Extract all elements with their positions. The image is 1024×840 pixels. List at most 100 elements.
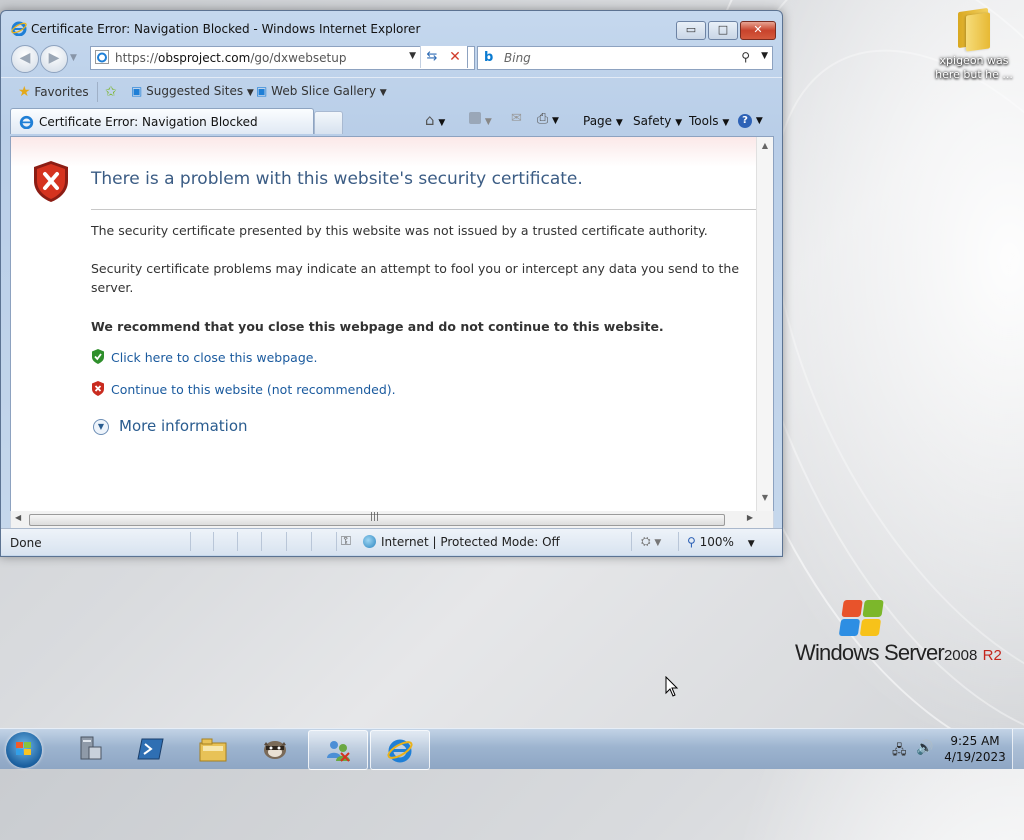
printer-icon: ⎙: [537, 111, 549, 127]
taskbar-server-manager[interactable]: [60, 730, 118, 768]
page-ie-icon: [19, 115, 34, 129]
system-clock[interactable]: 9:25 AM 4/19/2023: [940, 733, 1010, 765]
window-title: Certificate Error: Navigation Blocked - …: [31, 22, 421, 36]
security-warning-text: Security certificate problems may indica…: [91, 261, 740, 295]
help-button[interactable]: ? ▼: [738, 112, 763, 128]
recommendation-text: We recommend that you close this webpage…: [91, 319, 664, 334]
status-text: Done: [10, 536, 42, 550]
security-status-icon[interactable]: ⚿: [341, 534, 351, 549]
home-icon: ⌂: [425, 111, 435, 129]
scroll-left-icon[interactable]: ◀: [15, 513, 21, 522]
desktop-folder-icon[interactable]: xpigeon was here but he ...: [934, 6, 1014, 82]
scroll-right-icon[interactable]: ▶: [747, 513, 753, 522]
add-favorite-button[interactable]: ✩: [105, 84, 117, 100]
divider: [91, 209, 757, 210]
title-bar[interactable]: Certificate Error: Navigation Blocked - …: [1, 11, 782, 45]
page-ie-icon: [95, 50, 109, 64]
favorites-bar: ★ Favorites ✩ ▣ Suggested Sites ▼ ▣ Web …: [1, 77, 782, 106]
favorites-star-icon: ★: [18, 84, 31, 100]
suggested-sites-button[interactable]: ▣ Suggested Sites ▼: [131, 84, 254, 98]
url-prefix: https://: [115, 51, 159, 65]
status-bar: Done ⚿ Internet | Protected Mode: Off ⛭ …: [1, 528, 782, 555]
security-zone[interactable]: Internet | Protected Mode: Off: [363, 535, 560, 549]
scroll-up-icon[interactable]: ▲: [757, 141, 773, 150]
safety-menu[interactable]: Safety ▼: [633, 114, 682, 128]
more-information-toggle[interactable]: ▼ More information: [93, 417, 248, 435]
search-box[interactable]: b Bing ⚲ ▼: [477, 46, 773, 70]
mail-icon: ✉: [511, 111, 522, 126]
stop-icon: ✕: [449, 49, 461, 65]
expand-chevron-icon: ▼: [93, 419, 109, 435]
error-heading: There is a problem with this website's s…: [91, 169, 583, 189]
zoom-icon: ⚲: [687, 535, 696, 549]
brand-version: 2008: [943, 647, 978, 664]
start-button[interactable]: [6, 732, 42, 768]
vertical-scrollbar[interactable]: ▲ ▼: [756, 137, 773, 512]
dropdown-icon: ▼: [552, 116, 559, 126]
stop-button[interactable]: ✕: [443, 46, 468, 68]
url-path: /go/dxwebsetup: [250, 51, 347, 65]
taskbar-powershell[interactable]: [122, 730, 180, 768]
feeds-button[interactable]: ▼: [469, 112, 492, 127]
dropdown-icon: ▼: [755, 116, 763, 126]
green-shield-icon: [92, 349, 104, 364]
windows-flag-icon: [838, 600, 888, 640]
page-icon: ▣: [256, 84, 268, 98]
taskbar-raccoon-app[interactable]: [246, 730, 304, 768]
volume-tray-icon[interactable]: 🔊: [916, 740, 933, 756]
search-options-icon[interactable]: ▼: [761, 51, 768, 61]
taskbar-network-app[interactable]: [308, 730, 368, 770]
maximize-button[interactable]: □: [708, 21, 738, 40]
taskbar-explorer[interactable]: [184, 730, 242, 768]
dropdown-icon: ▼: [379, 88, 387, 98]
search-placeholder: Bing: [504, 51, 531, 65]
show-desktop-button[interactable]: [1012, 729, 1024, 769]
back-button[interactable]: ◀: [11, 45, 39, 73]
web-slice-gallery-button[interactable]: ▣ Web Slice Gallery ▼: [256, 84, 387, 98]
scroll-down-icon[interactable]: ▼: [757, 493, 773, 502]
taskbar-internet-explorer[interactable]: [370, 730, 430, 770]
favorites-button[interactable]: ★ Favorites: [18, 84, 89, 100]
address-bar[interactable]: https://obsproject.com/go/dxwebsetup ▼: [90, 46, 475, 70]
back-arrow-icon: ◀: [19, 50, 31, 66]
error-description: The security certificate presented by th…: [91, 223, 708, 238]
globe-icon: [363, 535, 376, 548]
print-button[interactable]: ⎙ ▼: [537, 111, 559, 127]
add-favorites-icon: ✩: [105, 84, 117, 100]
bing-logo-icon: b: [484, 50, 494, 65]
horizontal-scrollbar[interactable]: ◀ ||| ▶: [10, 511, 774, 529]
protected-mode-icon[interactable]: ⛭ ▼: [641, 534, 661, 549]
close-webpage-link[interactable]: Click here to close this webpage.: [91, 349, 317, 365]
taskbar: 🖧 🔊 9:25 AM 4/19/2023: [0, 728, 1024, 770]
close-button[interactable]: ✕: [740, 21, 776, 40]
refresh-icon: ⇆: [426, 49, 438, 64]
network-tray-icon[interactable]: 🖧: [892, 741, 907, 763]
scroll-thumb[interactable]: |||: [29, 512, 725, 526]
red-shield-icon: [92, 381, 104, 396]
home-button[interactable]: ⌂ ▼: [425, 111, 445, 129]
read-mail-button[interactable]: ✉: [511, 111, 522, 126]
error-shield-icon: [34, 161, 68, 202]
url-domain: obsproject.com: [158, 51, 251, 65]
forward-arrow-icon: ▶: [48, 50, 60, 66]
page-menu[interactable]: Page ▼: [583, 114, 623, 128]
minimize-button[interactable]: ▭: [676, 21, 706, 40]
ie-logo-icon: [11, 21, 27, 36]
dropdown-icon: ▼: [675, 118, 683, 128]
tab-certificate-error[interactable]: Certificate Error: Navigation Blocked: [10, 108, 314, 134]
address-dropdown-icon[interactable]: ▼: [409, 51, 416, 61]
powershell-icon: [137, 738, 164, 760]
search-icon[interactable]: ⚲: [741, 50, 750, 64]
new-tab-button[interactable]: [314, 111, 343, 134]
history-dropdown-icon[interactable]: ▼: [70, 53, 77, 63]
zoom-level[interactable]: ⚲ 100% ▼: [687, 535, 755, 549]
continue-website-link[interactable]: Continue to this website (not recommende…: [91, 381, 396, 397]
navigation-bar: ◀ ▶ ▼ https://obsproject.com/go/dxwebset…: [1, 45, 782, 77]
refresh-button[interactable]: ⇆: [420, 46, 443, 68]
clock-time: 9:25 AM: [950, 734, 1000, 748]
clock-date: 4/19/2023: [944, 750, 1006, 764]
dropdown-icon: ▼: [615, 118, 623, 128]
mouse-cursor-icon: [665, 676, 679, 697]
tools-menu[interactable]: Tools ▼: [689, 114, 729, 128]
forward-button[interactable]: ▶: [40, 45, 68, 73]
